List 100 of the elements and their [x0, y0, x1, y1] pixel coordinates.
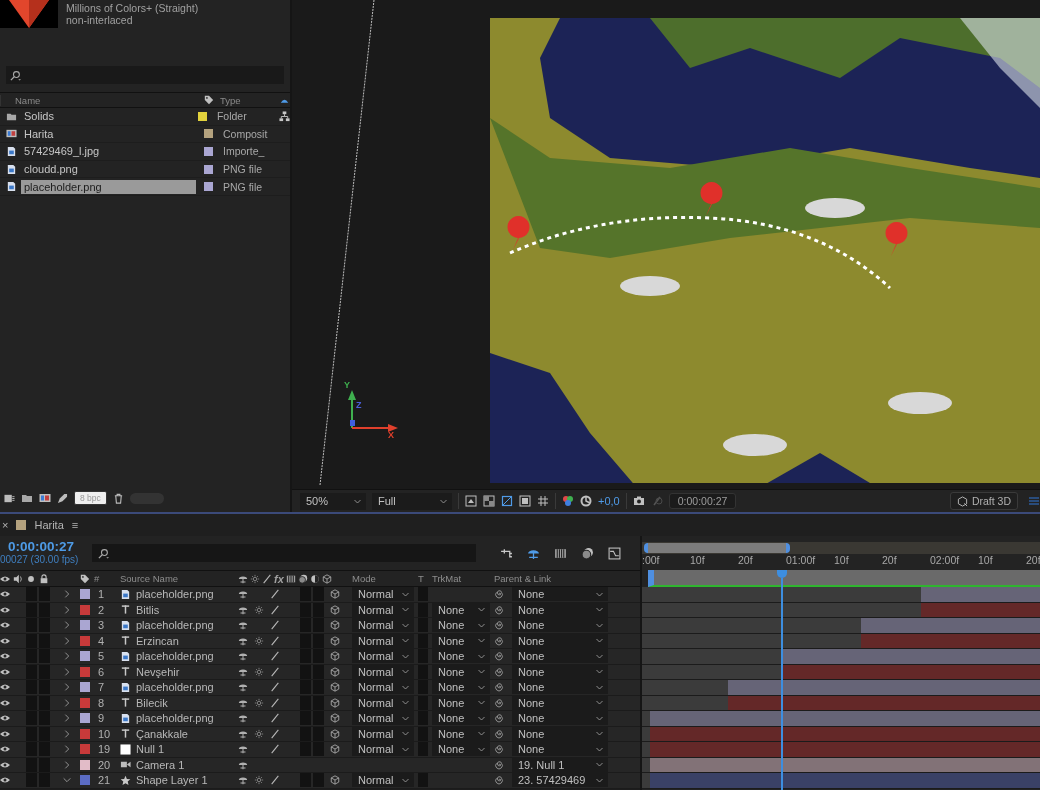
chevron-icon[interactable]	[62, 728, 72, 739]
draft-3d-button[interactable]: Draft 3D	[949, 492, 1018, 510]
cube-icon[interactable]	[330, 620, 340, 631]
slash-icon[interactable]	[270, 728, 280, 739]
column-header[interactable]: Name	[0, 94, 204, 106]
project-item[interactable]: cloudd.png	[21, 162, 81, 177]
layer-name[interactable]: Bilecik	[136, 696, 238, 709]
pick-whip-icon[interactable]	[494, 635, 504, 646]
cube-icon[interactable]	[330, 651, 340, 662]
mode-dropdown[interactable]: Normal	[352, 618, 414, 633]
shy-icon[interactable]	[238, 775, 248, 786]
label-swatch[interactable]	[80, 620, 90, 631]
cube-icon[interactable]	[330, 728, 340, 739]
pick-whip-icon[interactable]	[494, 604, 504, 615]
color-channels-icon[interactable]	[562, 495, 574, 507]
label-swatch[interactable]	[80, 589, 90, 600]
layer-name[interactable]: placeholder.png	[136, 650, 238, 663]
shy-icon[interactable]	[238, 651, 248, 662]
label-swatch[interactable]	[80, 666, 90, 677]
column-header[interactable]: Type	[214, 94, 280, 106]
parent-dropdown[interactable]: None	[512, 711, 608, 726]
slash-icon[interactable]	[270, 651, 280, 662]
label-swatch[interactable]	[80, 759, 90, 770]
new-composition-icon[interactable]	[39, 492, 51, 504]
close-button[interactable]: ×	[2, 519, 9, 531]
pick-whip-icon[interactable]	[494, 759, 504, 770]
resolution-dropdown[interactable]: Full	[372, 492, 452, 510]
flowchart-icon[interactable]	[279, 110, 290, 122]
layer-name[interactable]: Shape Layer 1	[136, 774, 238, 787]
cube-icon[interactable]	[330, 775, 340, 786]
layer-name[interactable]: placeholder.png	[136, 619, 238, 632]
timecode-field[interactable]: 0:00:00:27	[668, 493, 737, 509]
camera-icon[interactable]	[632, 495, 645, 507]
chevron-icon[interactable]	[62, 620, 72, 631]
interpret-footage-icon[interactable]	[4, 492, 15, 504]
track-matte-dropdown[interactable]: None	[432, 618, 490, 633]
pick-whip-icon[interactable]	[494, 651, 504, 662]
playhead-handle[interactable]	[777, 570, 788, 578]
slash-icon[interactable]	[270, 666, 280, 677]
sun-icon[interactable]	[254, 697, 264, 708]
shy-icon[interactable]	[238, 620, 248, 631]
graph-editor-icon[interactable]	[608, 546, 621, 560]
label-swatch[interactable]	[80, 775, 90, 786]
panel-menu-button[interactable]: ≡	[71, 519, 79, 531]
exposure-value[interactable]: +0,0	[598, 495, 620, 507]
frame-blend-icon[interactable]	[554, 546, 567, 560]
pick-whip-icon[interactable]	[494, 728, 504, 739]
layer-name[interactable]: Bitlis	[136, 603, 238, 616]
layer-name[interactable]: placeholder.png	[136, 588, 238, 601]
mode-dropdown[interactable]: Normal	[352, 773, 414, 788]
layer-name[interactable]: placeholder.png	[136, 681, 238, 694]
label-swatch[interactable]	[80, 744, 90, 755]
cube-icon[interactable]	[330, 604, 340, 615]
chevron-icon[interactable]	[62, 713, 72, 724]
chevron-icon[interactable]	[62, 635, 72, 646]
chevron-icon[interactable]	[62, 666, 72, 677]
cube-icon[interactable]	[330, 589, 340, 600]
label-swatch[interactable]	[80, 728, 90, 739]
comp-flow-icon[interactable]	[500, 546, 513, 560]
project-item[interactable]: Solids	[21, 109, 57, 124]
layer-name[interactable]: Camera 1	[136, 758, 238, 771]
label-swatch[interactable]	[80, 604, 90, 615]
grid-icon[interactable]	[537, 495, 549, 507]
search-field[interactable]	[92, 544, 476, 562]
parent-dropdown[interactable]: None	[512, 742, 608, 757]
search-field[interactable]	[6, 66, 284, 84]
slash-icon[interactable]	[270, 775, 280, 786]
layer-name[interactable]: Çanakkale	[136, 727, 238, 740]
track-matte-dropdown[interactable]: None	[432, 649, 490, 664]
label-swatch[interactable]	[80, 651, 90, 662]
slash-icon[interactable]	[270, 604, 280, 615]
pick-whip-icon[interactable]	[494, 666, 504, 677]
show-snapshot-icon[interactable]	[650, 495, 663, 507]
pick-whip-icon[interactable]	[494, 682, 504, 693]
fast-preview-icon[interactable]	[465, 495, 477, 507]
cube-icon[interactable]	[330, 744, 340, 755]
mode-dropdown[interactable]: Normal	[352, 587, 414, 602]
timeline-tab[interactable]: Harita	[34, 519, 64, 531]
cube-icon[interactable]	[330, 666, 340, 677]
track-matte-dropdown[interactable]: None	[432, 742, 490, 757]
pick-whip-icon[interactable]	[494, 775, 504, 786]
shy-icon[interactable]	[238, 682, 248, 693]
project-item[interactable]: placeholder.png	[21, 179, 196, 194]
label-swatch[interactable]	[80, 682, 90, 693]
label-swatch[interactable]	[80, 635, 90, 646]
transparency-grid-icon[interactable]	[483, 495, 495, 507]
chevron-icon[interactable]	[62, 744, 72, 755]
label-swatch[interactable]	[80, 697, 90, 708]
region-of-interest-icon[interactable]	[519, 495, 531, 507]
sun-icon[interactable]	[254, 635, 264, 646]
project-item[interactable]: 57429469_l.jpg	[21, 144, 103, 159]
parent-dropdown[interactable]: None	[512, 680, 608, 695]
cube-icon[interactable]	[330, 713, 340, 724]
pick-whip-icon[interactable]	[494, 589, 504, 600]
chevron-icon[interactable]	[62, 604, 72, 615]
slash-icon[interactable]	[270, 682, 280, 693]
chevron-icon[interactable]	[62, 759, 72, 770]
layer-name[interactable]: Erzincan	[136, 634, 238, 647]
chevron-icon[interactable]	[62, 697, 72, 708]
menu-icon[interactable]	[1028, 495, 1040, 507]
